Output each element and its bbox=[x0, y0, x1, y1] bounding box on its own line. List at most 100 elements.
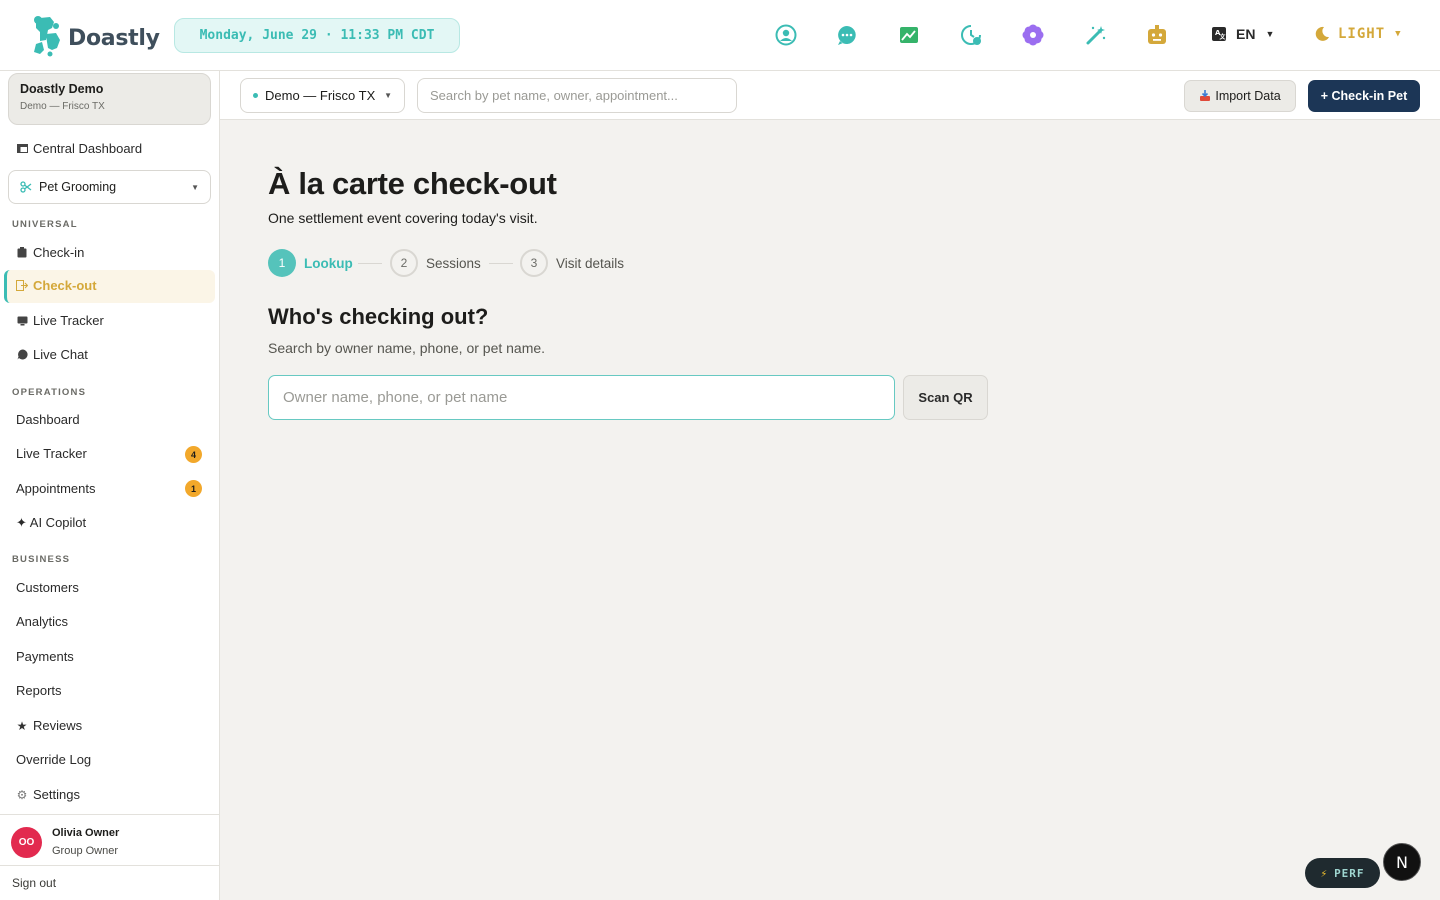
step-number: 1 bbox=[268, 249, 296, 277]
brand-name: Doastly bbox=[68, 26, 160, 51]
language-label: EN bbox=[1236, 26, 1256, 42]
brand-logo[interactable]: Doastly bbox=[30, 14, 160, 63]
sidebar-item-label: Analytics bbox=[16, 614, 69, 629]
check-in-pet-button[interactable]: + Check-in Pet bbox=[1308, 80, 1420, 112]
global-search-input[interactable] bbox=[417, 78, 737, 113]
star-icon: ★ bbox=[16, 718, 28, 733]
monitor-icon bbox=[16, 316, 28, 326]
sidebar-item-appointments[interactable]: Appointments bbox=[16, 481, 96, 496]
chevron-down-icon: ▼ bbox=[384, 91, 392, 100]
dog-logo-icon bbox=[30, 14, 66, 63]
language-selector[interactable]: A文 EN ▼ bbox=[1211, 26, 1274, 42]
sidebar-item-label: Live Chat bbox=[33, 347, 88, 362]
sidebar-item-label: Settings bbox=[33, 787, 80, 802]
inbox-tray-icon bbox=[1199, 90, 1211, 102]
sidebar-item-live-tracker-universal[interactable]: Live Tracker bbox=[16, 313, 104, 328]
clipboard-icon bbox=[16, 247, 28, 258]
step-label: Visit details bbox=[556, 255, 625, 271]
flower-icon[interactable] bbox=[1020, 22, 1046, 48]
step-connector bbox=[358, 263, 382, 264]
sign-out-link[interactable]: Sign out bbox=[0, 865, 219, 900]
theme-label: LIGHT bbox=[1338, 26, 1386, 42]
page-title: À la carte check-out bbox=[268, 166, 557, 201]
module-label: Pet Grooming bbox=[39, 180, 117, 194]
image-chart-icon[interactable] bbox=[896, 22, 922, 48]
sidebar-item-payments[interactable]: Payments bbox=[16, 649, 74, 664]
sidebar-item-label: Reports bbox=[16, 683, 62, 698]
section-heading: Who's checking out? bbox=[268, 304, 489, 329]
chat-bubble-icon[interactable] bbox=[834, 22, 860, 48]
import-data-button[interactable]: Import Data bbox=[1184, 80, 1296, 112]
sidebar-item-label: Check-out bbox=[33, 278, 97, 293]
dashboard-icon bbox=[16, 144, 28, 153]
sidebar-item-check-out[interactable]: Check-out bbox=[16, 278, 97, 293]
sidebar-item-label: Payments bbox=[16, 649, 74, 664]
sidebar-item-label: Dashboard bbox=[16, 412, 80, 427]
sidebar-item-label: Reviews bbox=[33, 718, 83, 733]
sidebar-item-label: Central Dashboard bbox=[33, 141, 143, 156]
org-location: Demo — Frisco TX bbox=[20, 101, 105, 112]
gear-icon: ⚙ bbox=[16, 787, 28, 802]
step-label: Lookup bbox=[304, 255, 353, 271]
sidebar-item-override-log[interactable]: Override Log bbox=[16, 752, 91, 767]
appointments-count-badge: 1 bbox=[185, 480, 202, 497]
theme-toggle[interactable]: LIGHT ▼ bbox=[1314, 26, 1402, 42]
top-bar: Doastly Monday, June 29 · 11:33 PM CDT A… bbox=[0, 0, 1440, 71]
sidebar-item-live-tracker[interactable]: Live Tracker bbox=[16, 446, 87, 461]
import-data-label: Import Data bbox=[1215, 89, 1281, 103]
scissors-icon bbox=[20, 181, 32, 193]
org-switcher[interactable]: Doastly Demo Demo — Frisco TX bbox=[8, 73, 211, 125]
sidebar-item-label: Live Tracker bbox=[16, 446, 87, 461]
chevron-down-icon: ▼ bbox=[191, 182, 199, 192]
robot-icon[interactable] bbox=[1144, 22, 1170, 48]
section-description: Search by owner name, phone, or pet name… bbox=[268, 340, 546, 356]
magic-wand-icon[interactable] bbox=[1083, 22, 1109, 48]
account-circle-icon[interactable] bbox=[773, 22, 799, 48]
module-selector[interactable]: Pet Grooming ▼ bbox=[8, 170, 211, 204]
sidebar: Doastly Demo Demo — Frisco TX Central Da… bbox=[0, 71, 220, 900]
datetime-display: Monday, June 29 · 11:33 PM CDT bbox=[174, 18, 460, 53]
sidebar-item-label: Appointments bbox=[16, 481, 96, 496]
sidebar-item-label: Check-in bbox=[33, 245, 85, 260]
scan-qr-button[interactable]: Scan QR bbox=[903, 375, 988, 420]
location-status-dot bbox=[253, 93, 258, 98]
step-visit-details[interactable]: 3 Visit details bbox=[520, 249, 624, 277]
chevron-down-icon: ▼ bbox=[1395, 29, 1402, 39]
sidebar-item-reports[interactable]: Reports bbox=[16, 683, 62, 698]
nextjs-dev-indicator-button[interactable]: N bbox=[1383, 843, 1421, 881]
section-label-business: BUSINESS bbox=[12, 554, 71, 565]
user-name: Olivia Owner bbox=[52, 827, 120, 839]
sidebar-item-settings[interactable]: ⚙ Settings bbox=[16, 787, 80, 802]
sidebar-item-label: Customers bbox=[16, 580, 79, 595]
sidebar-item-dashboard[interactable]: Dashboard bbox=[16, 412, 80, 427]
perf-toggle-button[interactable]: ⚡ PERF bbox=[1305, 858, 1380, 888]
clock-history-icon[interactable] bbox=[958, 22, 984, 48]
step-sessions[interactable]: 2 Sessions bbox=[390, 249, 481, 277]
step-number: 2 bbox=[390, 249, 418, 277]
exit-arrow-icon bbox=[16, 280, 28, 291]
user-profile[interactable]: OO Olivia Owner Group Owner bbox=[0, 814, 219, 865]
step-lookup[interactable]: 1 Lookup bbox=[268, 249, 353, 277]
sidebar-item-reviews[interactable]: ★ Reviews bbox=[16, 718, 83, 733]
sidebar-item-customers[interactable]: Customers bbox=[16, 580, 79, 595]
moon-icon bbox=[1314, 26, 1330, 42]
step-number: 3 bbox=[520, 249, 548, 277]
step-connector bbox=[489, 263, 513, 264]
sidebar-item-central-dashboard[interactable]: Central Dashboard bbox=[16, 141, 142, 156]
chevron-down-icon: ▼ bbox=[1265, 29, 1275, 39]
owner-lookup-input[interactable] bbox=[268, 375, 895, 420]
sidebar-item-check-in[interactable]: Check-in bbox=[16, 245, 84, 260]
org-name: Doastly Demo bbox=[20, 82, 104, 96]
sub-header: Demo — Frisco TX ▼ Import Data + Check-i… bbox=[220, 71, 1440, 120]
svg-text:文: 文 bbox=[1219, 33, 1227, 41]
sidebar-item-live-chat[interactable]: Live Chat bbox=[16, 347, 88, 362]
section-label-operations: OPERATIONS bbox=[12, 387, 87, 398]
location-label: Demo — Frisco TX bbox=[265, 88, 376, 103]
sidebar-item-label: Override Log bbox=[16, 752, 92, 767]
lightning-icon: ⚡ bbox=[1320, 866, 1329, 880]
sidebar-item-analytics[interactable]: Analytics bbox=[16, 614, 68, 629]
location-selector[interactable]: Demo — Frisco TX ▼ bbox=[240, 78, 405, 113]
translate-icon: A文 bbox=[1211, 26, 1227, 42]
sidebar-item-ai-copilot[interactable]: ✦ AI Copilot bbox=[16, 515, 86, 531]
live-tracker-count-badge: 4 bbox=[185, 446, 202, 463]
